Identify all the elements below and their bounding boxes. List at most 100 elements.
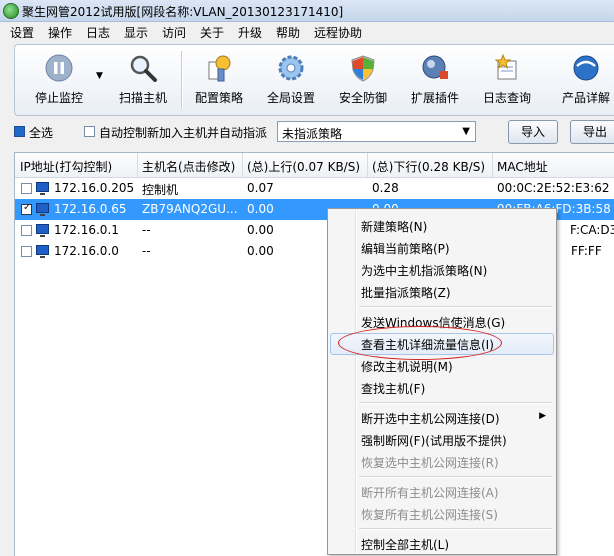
menu-edit-policy[interactable]: 编辑当前策略(P) [330, 237, 554, 259]
row-checkbox[interactable] [21, 246, 32, 257]
column-divider [492, 153, 493, 177]
stop-monitor-dropdown[interactable]: ▼ [93, 45, 107, 115]
menu-separator [359, 402, 552, 404]
cell-ip: 172.16.0.65 [54, 202, 127, 216]
policy-select[interactable]: 未指派策略 ▼ [277, 121, 476, 142]
window-title: 聚生网管2012试用版[网段名称:VLAN_20130123171410] [22, 5, 344, 19]
cell-hostname[interactable]: -- [142, 244, 151, 258]
stop-monitor-label: 停止监控 [34, 91, 83, 105]
menu-item-label: 新建策略(N) [361, 220, 428, 234]
computer-icon [36, 224, 49, 237]
cell-upload: 0.00 [247, 244, 274, 258]
security-button[interactable]: 安全防御 [331, 45, 395, 115]
select-all-checkbox[interactable] [14, 126, 25, 137]
menu-item-label: 修改主机说明(M) [361, 360, 453, 374]
toolbar: 停止监控 ▼ 扫描主机 配置策略 全局设置 安全防御 扩展插件 日志查询 产品详… [14, 44, 614, 116]
menu-find-host[interactable]: 查找主机(F) [330, 377, 554, 399]
menu-log[interactable]: 日志 [86, 24, 110, 41]
cell-hostname[interactable]: -- [142, 223, 151, 237]
menu-item-label: 断开所有主机公网连接(A) [361, 486, 499, 500]
scan-host-label: 扫描主机 [118, 91, 167, 105]
cell-hostname[interactable]: 控制机 [142, 181, 178, 198]
menu-access[interactable]: 访问 [162, 24, 186, 41]
menu-control-all[interactable]: 控制全部主机(L) [330, 533, 554, 555]
scan-host-button[interactable]: 扫描主机 [111, 45, 175, 115]
menu-restore-selected[interactable]: 恢复选中主机公网连接(R) [330, 451, 554, 473]
menu-settings[interactable]: 设置 [10, 24, 34, 41]
menu-item-label: 恢复选中主机公网连接(R) [361, 456, 499, 470]
menu-force-disconnect[interactable]: 强制断网(F)(试用版不提供) [330, 429, 554, 451]
policy-select-value: 未指派策略 [282, 127, 343, 141]
log-query-label: 日志查询 [482, 91, 531, 105]
annotation-ellipse [338, 326, 502, 360]
cell-mac: FF:FF [571, 244, 602, 258]
menu-disconnect-selected[interactable]: 断开选中主机公网连接(D) ▶ [330, 407, 554, 429]
menu-upgrade[interactable]: 升级 [238, 24, 262, 41]
menu-remote-assist[interactable]: 远程协助 [314, 24, 362, 41]
row-checkbox[interactable] [21, 225, 32, 236]
column-divider [242, 153, 243, 177]
table-row[interactable]: 172.16.0.205 控制机 0.07 0.28 00:0C:2E:52:E… [15, 178, 614, 199]
log-query-button[interactable]: 日志查询 [475, 45, 539, 115]
context-menu: 新建策略(N) 编辑当前策略(P) 为选中主机指派策略(N) 批量指派策略(Z)… [327, 208, 557, 555]
cell-hostname[interactable]: ZB79ANQ2GU... [142, 202, 238, 216]
row-checkbox[interactable] [21, 183, 32, 194]
cell-ip: 172.16.0.1 [54, 223, 119, 237]
column-divider [367, 153, 368, 177]
global-settings-button[interactable]: 全局设置 [259, 45, 323, 115]
stop-monitor-button[interactable]: 停止监控 [23, 45, 95, 115]
import-button[interactable]: 导入 [508, 120, 558, 144]
col-upload[interactable]: (总)上行(0.07 KB/S) [247, 158, 360, 175]
col-mac[interactable]: MAC地址 [497, 158, 548, 175]
menu-separator [359, 476, 552, 478]
cell-upload: 0.07 [247, 181, 274, 195]
computer-icon [36, 245, 49, 258]
col-hostname[interactable]: 主机名(点击修改) [142, 158, 235, 175]
config-policy-button[interactable]: 配置策略 [187, 45, 251, 115]
cell-upload: 0.00 [247, 223, 274, 237]
select-all-label: 全选 [29, 126, 54, 140]
check-icon: ✓ [23, 202, 32, 213]
export-button[interactable]: 导出 [570, 120, 614, 144]
cell-upload: 0.00 [247, 202, 274, 216]
menu-disconnect-all[interactable]: 断开所有主机公网连接(A) [330, 481, 554, 503]
col-download[interactable]: (总)下行(0.28 KB/S) [372, 158, 485, 175]
menu-bar: 设置 操作 日志 显示 访问 关于 升级 帮助 远程协助 [0, 22, 614, 42]
menu-display[interactable]: 显示 [124, 24, 148, 41]
menu-item-label: 控制全部主机(L) [361, 538, 450, 552]
auto-control-checkbox[interactable] [84, 126, 95, 137]
menu-item-label: 恢复所有主机公网连接(S) [361, 508, 498, 522]
log-star-icon [494, 53, 517, 80]
menu-item-label: 批量指派策略(Z) [361, 286, 451, 300]
gear-icon [278, 55, 304, 81]
cell-ip: 172.16.0.205 [54, 181, 135, 195]
menu-item-label: 断开选中主机公网连接(D) [361, 412, 500, 426]
menu-separator [359, 306, 552, 308]
config-policy-label: 配置策略 [194, 91, 243, 105]
info-globe-icon [573, 55, 599, 81]
menu-new-policy[interactable]: 新建策略(N) [330, 215, 554, 237]
col-ip[interactable]: IP地址(打勾控制) [20, 158, 112, 175]
menu-restore-all[interactable]: 恢复所有主机公网连接(S) [330, 503, 554, 525]
global-settings-label: 全局设置 [266, 91, 315, 105]
menu-about[interactable]: 关于 [200, 24, 224, 41]
menu-item-label: 强制断网(F)(试用版不提供) [361, 434, 507, 448]
submenu-arrow-icon: ▶ [539, 411, 546, 421]
cell-download: 0.28 [372, 181, 399, 195]
pause-icon [45, 54, 73, 82]
plugins-button[interactable]: 扩展插件 [403, 45, 467, 115]
cell-mac: F:CA:D3 [570, 223, 614, 237]
product-detail-button[interactable]: 产品详解 [553, 45, 614, 115]
app-icon [3, 3, 19, 19]
menu-item-label: 查找主机(F) [361, 382, 426, 396]
computer-icon [36, 182, 49, 195]
menu-operations[interactable]: 操作 [48, 24, 72, 41]
magnifier-icon [130, 55, 157, 82]
menu-batch-assign[interactable]: 批量指派策略(Z) [330, 281, 554, 303]
row-checkbox[interactable]: ✓ [21, 202, 32, 215]
menu-assign-policy[interactable]: 为选中主机指派策略(N) [330, 259, 554, 281]
menu-help[interactable]: 帮助 [276, 24, 300, 41]
table-header: IP地址(打勾控制) 主机名(点击修改) (总)上行(0.07 KB/S) (总… [15, 153, 614, 178]
cell-ip: 172.16.0.0 [54, 244, 119, 258]
menu-separator [359, 528, 552, 530]
